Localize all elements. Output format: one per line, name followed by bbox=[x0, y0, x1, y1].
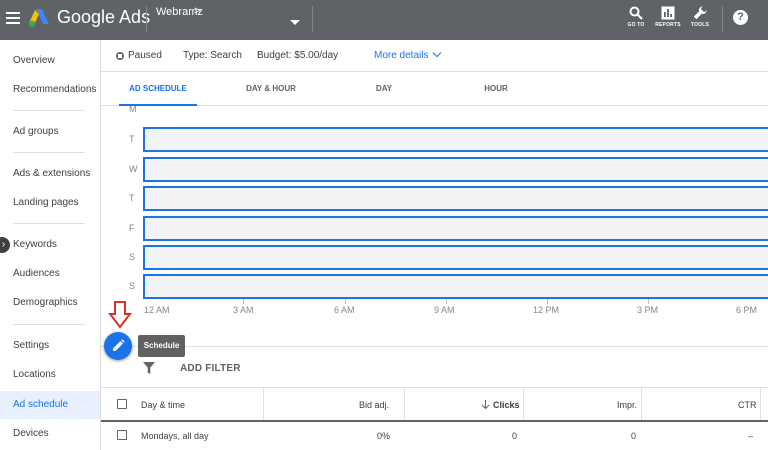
sidebar-item-ads-extensions[interactable]: Ads & extensions bbox=[0, 160, 100, 188]
tools-button[interactable]: TOOLS bbox=[680, 6, 720, 28]
hour-tick bbox=[243, 299, 244, 304]
app-name: Google Ads bbox=[57, 7, 151, 27]
sidebar-divider bbox=[13, 152, 85, 153]
day-label: S bbox=[129, 252, 136, 262]
google-ads-logo bbox=[28, 9, 49, 28]
sidebar-item-demographics[interactable]: Demographics bbox=[0, 289, 100, 317]
breadcrumb-chevron: > bbox=[194, 5, 201, 17]
column-header-clicks[interactable]: Clicks bbox=[481, 400, 520, 410]
tab-day[interactable]: DAY bbox=[359, 72, 409, 106]
filter-icon[interactable] bbox=[143, 362, 155, 375]
wrench-icon bbox=[693, 6, 707, 20]
schedule-bar-thursday[interactable] bbox=[143, 186, 768, 211]
sidebar-divider bbox=[13, 223, 85, 224]
select-all-checkbox[interactable] bbox=[117, 399, 127, 409]
menu-icon[interactable] bbox=[6, 12, 20, 24]
chevron-down-icon bbox=[433, 48, 442, 58]
day-label: T bbox=[129, 134, 135, 144]
divider bbox=[722, 6, 723, 32]
campaign-budget[interactable]: Budget: $5.00/day bbox=[257, 50, 338, 61]
campaign-dropdown-icon[interactable] bbox=[290, 20, 300, 25]
hour-label: 6 PM bbox=[736, 305, 758, 315]
hour-label: 12 AM bbox=[144, 305, 170, 315]
column-header-day-time[interactable]: Day & time bbox=[141, 400, 185, 410]
column-divider bbox=[760, 388, 761, 421]
schedule-bar-saturday[interactable] bbox=[143, 245, 768, 270]
sidebar-item-settings[interactable]: Settings bbox=[0, 332, 100, 360]
sort-descending-icon bbox=[481, 400, 490, 410]
hour-label: 3 AM bbox=[233, 305, 254, 315]
table-header-border bbox=[101, 420, 768, 422]
row-checkbox[interactable] bbox=[117, 430, 127, 440]
schedule-bar-wednesday[interactable] bbox=[143, 157, 768, 182]
hour-label: 12 PM bbox=[533, 305, 560, 315]
column-header-impr[interactable]: Impr. bbox=[617, 400, 637, 410]
more-details-link[interactable]: More details bbox=[374, 48, 442, 61]
sidebar-item-locations[interactable]: Locations bbox=[0, 361, 100, 389]
cell-day-time[interactable]: Mondays, all day bbox=[141, 431, 209, 441]
tab-hour[interactable]: HOUR bbox=[471, 72, 521, 106]
schedule-bar-friday[interactable] bbox=[143, 216, 768, 241]
day-label: T bbox=[129, 193, 135, 203]
help-icon[interactable]: ? bbox=[733, 10, 748, 25]
column-header-ctr[interactable]: CTR bbox=[738, 400, 757, 410]
cell-bid-adj[interactable]: 0% bbox=[377, 431, 390, 441]
column-divider bbox=[523, 388, 524, 421]
ad-schedule-chart: M T W T F S S 12 AM 3 AM 6 AM 9 AM 12 PM… bbox=[101, 104, 768, 321]
ad-schedule-table: Day & time Bid adj. Clicks Impr. CTR Mon… bbox=[101, 387, 768, 450]
schedule-tooltip: Schedule bbox=[138, 335, 185, 357]
tab-day-hour[interactable]: DAY & HOUR bbox=[233, 72, 309, 106]
sidebar-divider bbox=[13, 324, 85, 325]
sidebar-item-ad-schedule[interactable]: Ad schedule bbox=[0, 391, 100, 419]
tab-ad-schedule[interactable]: AD SCHEDULE bbox=[119, 72, 197, 106]
divider bbox=[146, 6, 147, 32]
search-icon bbox=[629, 6, 643, 20]
divider bbox=[312, 6, 313, 32]
sidebar-item-keywords[interactable]: Keywords bbox=[0, 231, 100, 259]
schedule-bar-sunday[interactable] bbox=[143, 274, 768, 299]
day-label: M bbox=[129, 104, 137, 114]
top-app-bar: Google Ads Webramz > GO TO REPORTS TOOLS… bbox=[0, 0, 768, 40]
hour-tick bbox=[648, 299, 649, 304]
sidebar-item-recommendations[interactable]: Recommendations bbox=[0, 76, 100, 104]
day-label: S bbox=[129, 281, 136, 291]
hour-tick bbox=[345, 299, 346, 304]
cell-clicks: 0 bbox=[512, 431, 518, 441]
sidebar: Overview Recommendations Ad groups Ads &… bbox=[0, 40, 101, 450]
pencil-icon bbox=[113, 339, 125, 351]
column-header-clicks-label: Clicks bbox=[493, 400, 520, 410]
column-divider bbox=[263, 388, 264, 421]
paused-icon bbox=[116, 52, 124, 60]
sidebar-item-audiences[interactable]: Audiences bbox=[0, 260, 100, 288]
add-filter-button[interactable]: ADD FILTER bbox=[180, 363, 241, 374]
hour-tick bbox=[547, 299, 548, 304]
annotation-arrow-icon bbox=[108, 301, 132, 329]
day-label: W bbox=[129, 164, 138, 174]
more-details-label: More details bbox=[374, 50, 429, 61]
sidebar-divider bbox=[13, 110, 85, 111]
section-divider bbox=[101, 346, 768, 347]
sidebar-item-ad-groups[interactable]: Ad groups bbox=[0, 118, 100, 146]
hour-label: 3 PM bbox=[637, 305, 659, 315]
campaign-type: Type: Search bbox=[183, 50, 242, 61]
tools-label: TOOLS bbox=[690, 22, 710, 28]
hour-label: 6 AM bbox=[334, 305, 355, 315]
status-paused[interactable]: Paused bbox=[128, 50, 162, 61]
schedule-bar-tuesday[interactable] bbox=[143, 127, 768, 152]
sidebar-item-overview[interactable]: Overview bbox=[0, 47, 100, 75]
tab-bar: AD SCHEDULE DAY & HOUR DAY HOUR bbox=[101, 72, 768, 106]
hour-label: 9 AM bbox=[434, 305, 455, 315]
cell-ctr: – bbox=[748, 431, 754, 441]
reports-icon bbox=[661, 6, 675, 20]
edit-schedule-button[interactable] bbox=[104, 332, 132, 360]
cell-impr: 0 bbox=[631, 431, 637, 441]
column-divider bbox=[404, 388, 405, 421]
sidebar-item-landing-pages[interactable]: Landing pages bbox=[0, 189, 100, 217]
column-header-bid-adj[interactable]: Bid adj. bbox=[359, 400, 389, 410]
day-label: F bbox=[129, 223, 135, 233]
hour-tick bbox=[446, 299, 447, 304]
column-divider bbox=[641, 388, 642, 421]
campaign-status-bar: Paused Type: Search Budget: $5.00/day Mo… bbox=[101, 40, 768, 72]
sidebar-item-devices[interactable]: Devices bbox=[0, 420, 100, 448]
